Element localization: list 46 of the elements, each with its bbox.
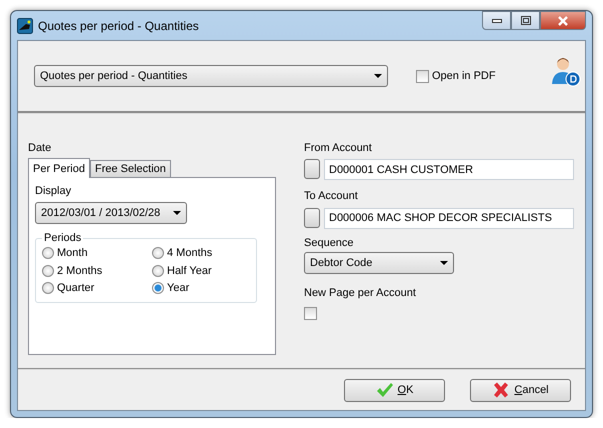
to-account-field[interactable]: D000006 MAC SHOP DECOR SPECIALISTS: [324, 208, 574, 228]
radio-button[interactable]: [42, 264, 54, 277]
caret-icon: [374, 74, 382, 78]
date-label: Date: [28, 141, 52, 156]
caret-icon: [173, 211, 181, 215]
radio-label: 2 Months: [57, 264, 102, 278]
window-title: Quotes per period - Quantities: [38, 18, 199, 34]
close-icon: [557, 16, 569, 26]
cross-icon: [492, 382, 510, 398]
tab[interactable]: Per Period: [28, 158, 90, 178]
radio-label: Month: [57, 246, 88, 261]
checkbox-label: Open in PDF: [432, 68, 496, 84]
radio-label: Half Year: [167, 264, 212, 278]
display-label: Display: [35, 184, 72, 198]
user-icon[interactable]: [550, 55, 581, 87]
report-dropdown[interactable]: Quotes per period - Quantities: [34, 65, 388, 87]
close-button[interactable]: [540, 11, 586, 30]
restore-icon: [520, 16, 530, 25]
checkbox[interactable]: [416, 70, 429, 82]
radio-label: 4 Months: [167, 246, 212, 261]
checkbox[interactable]: [304, 306, 317, 320]
radio-button[interactable]: [152, 264, 164, 277]
radio-button[interactable]: [42, 282, 54, 294]
check-icon: [376, 382, 394, 398]
sequence-label: Sequence: [304, 236, 355, 250]
to-account-label: To Account: [304, 189, 359, 204]
radio-button[interactable]: [42, 247, 54, 260]
tab[interactable]: Free Selection: [90, 160, 171, 176]
maximize-button[interactable]: [511, 11, 540, 30]
minimize-button[interactable]: [482, 11, 511, 30]
new-page-per-account-label: New Page per Account: [304, 286, 417, 301]
radio-button[interactable]: [152, 282, 164, 294]
radio-label: Year: [167, 281, 190, 296]
ok-button[interactable]: OK: [344, 378, 445, 402]
caret-icon: [440, 261, 448, 265]
lookup-button[interactable]: [304, 208, 320, 228]
date-range-dropdown[interactable]: 2012/03/01 / 2013/02/28: [35, 202, 187, 224]
sequence-dropdown[interactable]: Debtor Code: [304, 252, 454, 274]
cancel-button[interactable]: Cancel: [470, 378, 571, 402]
from-account-field[interactable]: D000001 CASH CUSTOMER: [324, 159, 574, 180]
app-icon: [17, 18, 33, 34]
lookup-button[interactable]: [304, 159, 320, 180]
minimize-icon: [492, 18, 502, 22]
radio-label: Quarter: [57, 281, 94, 296]
radio-button[interactable]: [152, 247, 164, 260]
from-account-label: From Account: [304, 141, 373, 156]
